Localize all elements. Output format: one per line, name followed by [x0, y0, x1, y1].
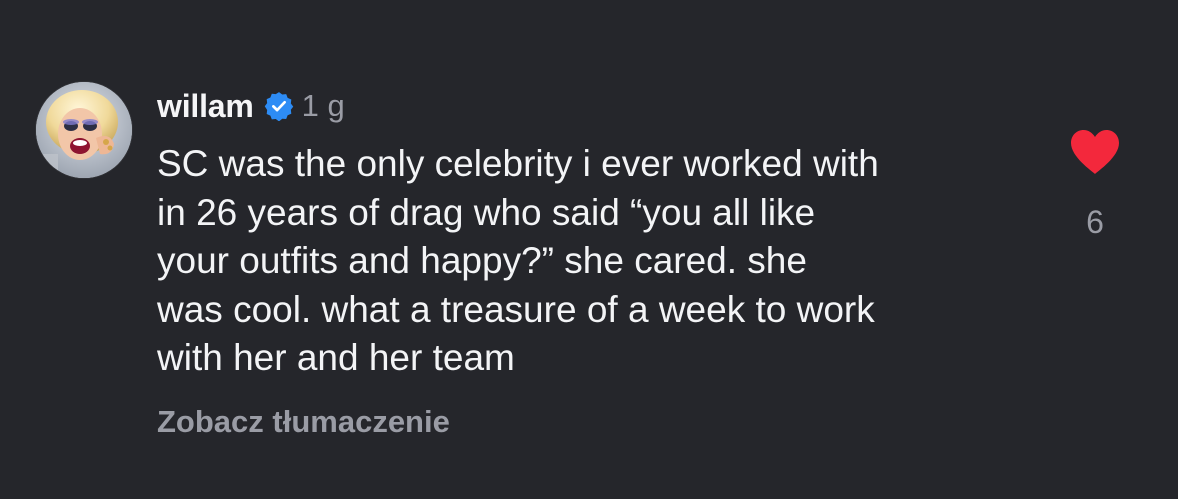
- comment-header: willam 1 g: [157, 85, 345, 127]
- heart-filled-icon: [1071, 130, 1119, 174]
- comment-text-line: was cool. what a treasure of a week to w…: [157, 288, 875, 330]
- username-link[interactable]: willam: [157, 88, 254, 125]
- comment-text-line: SC was the only celebrity i ever worked …: [157, 143, 879, 184]
- comment-text-line: in 26 years of drag who said “you all li…: [157, 191, 816, 233]
- comment-item: willam 1 g SC was the only celebrity i e…: [0, 0, 1178, 499]
- comment-body: SC was the only celebrity i ever worked …: [157, 140, 1027, 383]
- like-button[interactable]: [1068, 128, 1122, 176]
- comment-text-line: your outfits and happy?” she cared. she: [157, 240, 807, 281]
- comment-text-line: with her and her team: [157, 337, 515, 378]
- verified-badge-icon: [264, 91, 294, 122]
- like-count: 6: [1086, 204, 1104, 240]
- avatar[interactable]: [36, 82, 132, 178]
- comment-timestamp: 1 g: [301, 88, 345, 123]
- see-translation-link[interactable]: Zobacz tłumaczenie: [157, 404, 450, 440]
